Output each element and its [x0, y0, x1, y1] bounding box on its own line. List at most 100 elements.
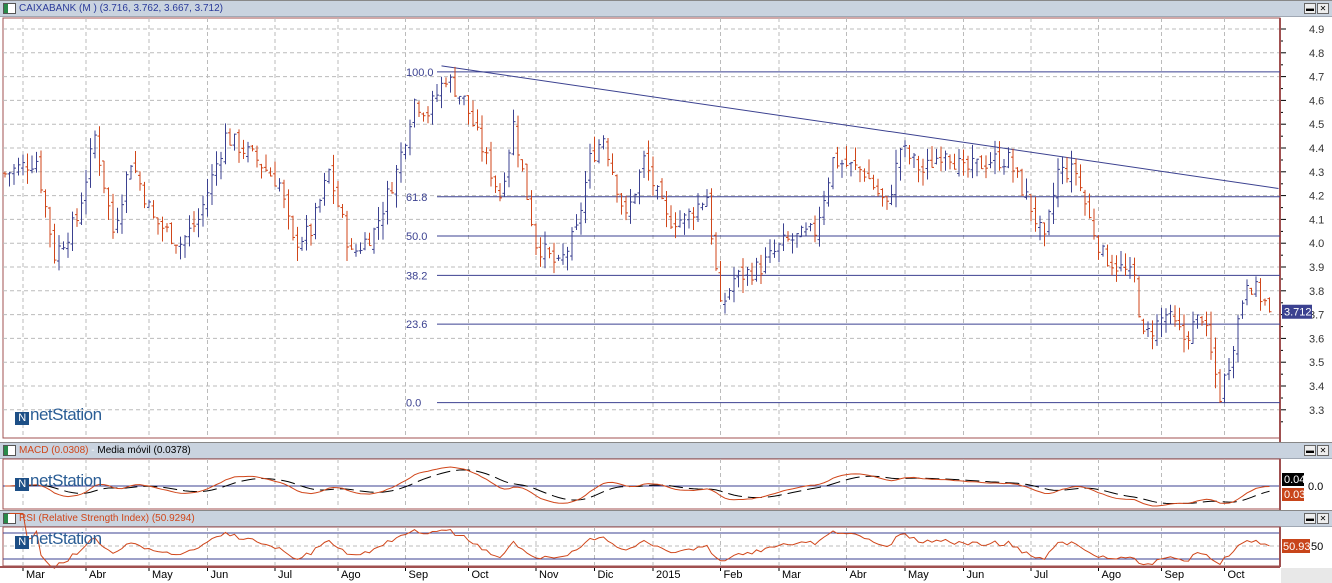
- ohlc-bar: [192, 211, 196, 233]
- ohlc-bar: [885, 196, 889, 210]
- ohlc-bar: [1015, 167, 1020, 178]
- ohlc-bar: [934, 148, 939, 165]
- ohlc-bar: [754, 257, 759, 282]
- ohlc-bar: [903, 140, 907, 158]
- ohlc-bar: [354, 244, 358, 257]
- macd-chart[interactable]: 0.04 0.030.0: [0, 443, 1332, 511]
- ohlc-bar: [1249, 287, 1254, 295]
- ohlc-bar: [570, 227, 574, 261]
- ohlc-bar: [601, 135, 606, 150]
- ohlc-bar: [246, 141, 250, 163]
- ohlc-bar: [804, 222, 808, 237]
- ohlc-bar: [178, 236, 183, 260]
- ohlc-bar: [534, 223, 538, 255]
- ohlc-bar: [997, 141, 1002, 171]
- ohlc-bar: [669, 205, 673, 229]
- ohlc-bar: [151, 200, 156, 219]
- ohlc-bar: [925, 148, 930, 180]
- y-tick-label: 4.7: [1309, 72, 1324, 84]
- ohlc-bar: [943, 150, 948, 171]
- ohlc-bar: [219, 151, 223, 180]
- y-tick-label: 4.5: [1309, 119, 1324, 131]
- ohlc-bar: [777, 242, 781, 263]
- ohlc-bar: [160, 216, 165, 242]
- ohlc-bar: [1254, 276, 1258, 298]
- ohlc-bar: [106, 187, 111, 221]
- month-label: Sep: [409, 569, 429, 581]
- ohlc-bar: [543, 231, 547, 269]
- ohlc-bar: [327, 168, 331, 184]
- y-tick-label: 4.0: [1309, 238, 1324, 250]
- zero-label: 0.0: [1308, 481, 1323, 493]
- ohlc-bar: [633, 193, 637, 204]
- y-tick-label: 3.9: [1309, 262, 1324, 274]
- ohlc-bar: [979, 155, 984, 170]
- ohlc-bar: [435, 83, 439, 102]
- ohlc-bar: [957, 148, 961, 177]
- plot-border: [2, 458, 1281, 510]
- ohlc-bar: [439, 76, 444, 109]
- ohlc-bar: [273, 161, 277, 187]
- ohlc-bar: [133, 151, 138, 174]
- ohlc-bar: [214, 151, 219, 186]
- ohlc-bar: [210, 164, 214, 205]
- month-label: Mar: [26, 569, 45, 581]
- signal-value-label: 0.04: [1284, 474, 1305, 486]
- plot-border: [2, 17, 1281, 439]
- ohlc-bar: [579, 202, 583, 235]
- ohlc-bar: [574, 214, 579, 231]
- ohlc-bar: [34, 151, 39, 173]
- month-label: Dic: [598, 569, 614, 581]
- ohlc-bar: [30, 155, 34, 174]
- ohlc-bar: [1209, 311, 1213, 360]
- ohlc-bar: [228, 128, 232, 146]
- ohlc-bar: [7, 171, 12, 187]
- ohlc-bar: [561, 243, 565, 265]
- fibonacci-label: 61.8: [406, 192, 427, 204]
- ohlc-bar: [448, 74, 453, 93]
- ohlc-bar: [637, 169, 642, 205]
- ohlc-bar: [115, 207, 120, 234]
- ohlc-bar: [1020, 168, 1024, 196]
- ohlc-bar: [912, 153, 916, 169]
- ohlc-bar: [1101, 244, 1105, 257]
- month-label: Jul: [278, 569, 292, 581]
- ohlc-bar: [835, 146, 840, 169]
- ohlc-bar: [655, 185, 660, 200]
- ohlc-bar: [156, 217, 160, 235]
- ohlc-bar: [1002, 158, 1006, 175]
- ohlc-bar: [736, 269, 741, 288]
- ohlc-bar: [615, 174, 619, 203]
- ohlc-bar: [201, 195, 205, 227]
- rsi-line: [9, 513, 1270, 569]
- macd-value-label: 0.03: [1284, 489, 1305, 501]
- price-chart[interactable]: 4.94.84.74.64.54.44.34.24.14.03.93.83.73…: [0, 1, 1332, 442]
- ohlc-bar: [300, 236, 304, 251]
- macd-line: [4, 466, 1270, 507]
- ohlc-bar: [552, 242, 556, 274]
- corner-box: [1281, 568, 1332, 583]
- month-label: Sep: [1165, 569, 1185, 581]
- month-label: Mar: [782, 569, 801, 581]
- ohlc-bar: [993, 140, 997, 175]
- ohlc-bar: [525, 163, 529, 201]
- ohlc-bar: [79, 192, 84, 225]
- ohlc-bar: [286, 189, 291, 230]
- ohlc-bar: [403, 143, 408, 160]
- ohlc-bar: [700, 202, 705, 211]
- ohlc-bar: [952, 153, 957, 170]
- ohlc-bar: [853, 147, 858, 170]
- month-label: Nov: [539, 569, 559, 581]
- y-tick-label: 4.6: [1309, 95, 1324, 107]
- ohlc-bar: [849, 161, 853, 177]
- rsi-chart[interactable]: Mar Abr May Jun Jul Ago Sep Oct Nov Dic 2015 Feb Mar…: [0, 511, 1332, 583]
- ohlc-bar: [844, 146, 849, 168]
- ohlc-bar: [304, 214, 309, 251]
- ohlc-bar: [358, 242, 363, 254]
- month-label: Jun: [211, 569, 229, 581]
- ohlc-bar: [466, 95, 471, 125]
- month-label: Oct: [1228, 569, 1245, 581]
- ohlc-bar: [772, 239, 777, 258]
- ohlc-bar: [349, 238, 354, 250]
- ohlc-bar: [1155, 314, 1159, 346]
